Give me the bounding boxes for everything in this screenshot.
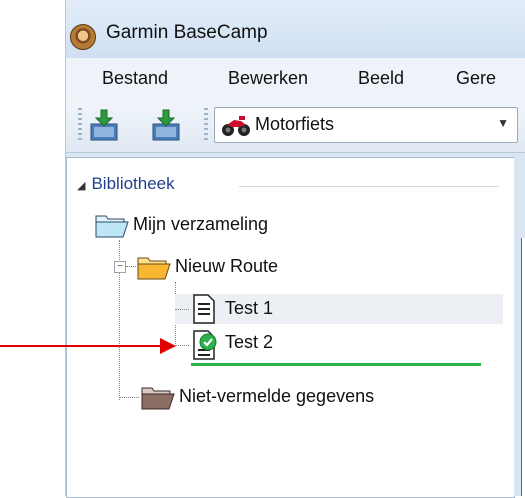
tree-item-route-test1[interactable]: Test 1 xyxy=(175,294,503,324)
tree-item-collection[interactable]: Mijn verzameling xyxy=(95,210,495,240)
import-device-icon xyxy=(90,109,118,141)
active-route-underline xyxy=(191,363,481,366)
activity-profile-select[interactable]: Motorfiets ▼ xyxy=(214,107,518,143)
right-pane-content xyxy=(521,238,525,496)
title-bar: Garmin BaseCamp xyxy=(66,0,525,58)
menu-gereedschap[interactable]: Gere xyxy=(456,68,496,89)
route-document-icon xyxy=(193,294,215,324)
annotation-arrow-head xyxy=(160,338,176,354)
collection-label: Mijn verzameling xyxy=(133,214,269,234)
library-label: Bibliotheek xyxy=(91,174,175,193)
tree-item-route-test2[interactable]: Test 2 xyxy=(175,330,503,360)
library-section-header[interactable]: ◢ Bibliotheek xyxy=(77,174,175,194)
folder-open-icon xyxy=(137,257,171,280)
collapse-triangle-icon[interactable]: ◢ xyxy=(77,180,85,192)
unlisted-data-label: Niet-vermelde gegevens xyxy=(179,386,375,406)
window-title: Garmin BaseCamp xyxy=(106,22,268,43)
library-tree: ◢ Bibliotheek Mijn verzameling − Nieuw Ro… xyxy=(66,157,515,498)
import-device-icon xyxy=(152,109,180,141)
send-to-device-button[interactable] xyxy=(150,108,182,142)
menu-beeld[interactable]: Beeld xyxy=(358,68,404,89)
route-label: Test 1 xyxy=(225,298,274,318)
menu-bewerken[interactable]: Bewerken xyxy=(228,68,308,89)
folder-open-icon xyxy=(95,215,129,238)
tree-connector xyxy=(126,266,136,267)
folder-open-icon xyxy=(141,387,175,410)
toolbar: Motorfiets ▼ xyxy=(66,98,525,153)
route-active-check-icon xyxy=(193,330,217,360)
route-label: Test 2 xyxy=(225,332,274,352)
toolbar-grip[interactable] xyxy=(78,108,82,142)
basecamp-window: Garmin BaseCamp Bestand Bewerken Beeld G… xyxy=(65,0,525,498)
menu-bestand[interactable]: Bestand xyxy=(102,68,168,89)
tree-item-unlisted-data[interactable]: Niet-vermelde gegevens xyxy=(119,382,519,412)
tree-item-route-folder[interactable]: − Nieuw Route xyxy=(111,252,511,282)
section-divider xyxy=(239,186,499,187)
route-folder-label: Nieuw Route xyxy=(175,256,279,276)
profile-label: Motorfiets xyxy=(255,114,335,134)
tree-connector xyxy=(175,345,189,346)
menu-bar: Bestand Bewerken Beeld Gere xyxy=(66,58,525,99)
tree-connector xyxy=(119,397,139,398)
collapse-icon[interactable]: − xyxy=(114,261,126,273)
receive-from-device-button[interactable] xyxy=(88,108,120,142)
annotation-arrow-line xyxy=(0,345,172,347)
chevron-down-icon[interactable]: ▼ xyxy=(497,116,509,130)
basecamp-icon xyxy=(70,24,96,50)
motorcycle-icon xyxy=(222,116,250,136)
tree-connector xyxy=(175,309,189,310)
toolbar-grip[interactable] xyxy=(204,108,208,142)
